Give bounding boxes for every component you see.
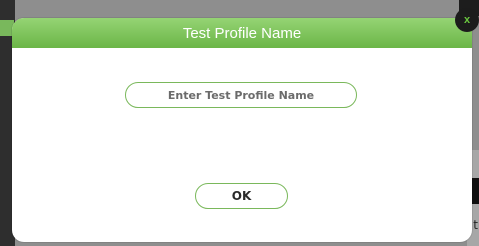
test-profile-dialog: Test Profile Name OK [12, 18, 472, 242]
close-button[interactable]: x [455, 8, 479, 32]
profile-name-input[interactable] [125, 82, 357, 108]
dialog-header: Test Profile Name [12, 18, 472, 48]
close-icon: x [463, 14, 471, 26]
background-partial-text: t [473, 218, 478, 232]
dialog-title: Test Profile Name [182, 24, 302, 42]
ok-button[interactable]: OK [195, 183, 288, 209]
